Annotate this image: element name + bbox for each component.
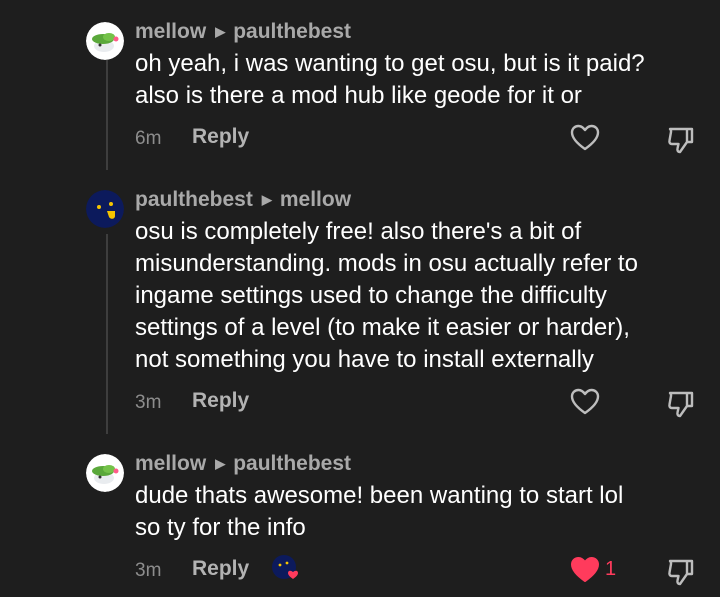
comment-text-line: ingame settings used to change the diffi…	[135, 282, 607, 309]
author-name[interactable]: mellow	[135, 452, 206, 475]
timestamp: 6m	[135, 128, 162, 149]
comment-header: paulthebest ▶ mellow	[135, 188, 690, 212]
reply-button[interactable]: Reply	[192, 557, 249, 581]
creator-liked-avatar-icon	[271, 554, 301, 584]
comment-text-line: also is there a mod hub like geode for i…	[135, 82, 582, 109]
comment: mellow ▶ paulthebest oh yeah, i was wantin…	[86, 20, 720, 160]
comment: mellow ▶ paulthebest dude thats awesome! b…	[86, 452, 720, 592]
comment-body: paulthebest ▶ mellow osu is completely fre…	[135, 188, 694, 418]
reply-to-name[interactable]: paulthebest	[233, 452, 351, 475]
comment-text-line: dude thats awesome! been wanting to star…	[135, 482, 624, 509]
dislike-icon[interactable]	[665, 556, 697, 588]
comment-body: mellow ▶ paulthebest oh yeah, i was wantin…	[135, 20, 694, 154]
timestamp: 3m	[135, 560, 162, 581]
comment-text: dude thats awesome! been wanting to star…	[135, 480, 690, 544]
comment-header: mellow ▶ paulthebest	[135, 20, 690, 44]
comment-body: mellow ▶ paulthebest dude thats awesome! b…	[135, 452, 694, 586]
heart-icon[interactable]	[569, 554, 601, 586]
reply-arrow-icon: ▶	[261, 192, 272, 207]
shaymin-avatar-icon[interactable]	[86, 454, 124, 492]
reply-button[interactable]: Reply	[192, 125, 249, 149]
comment-text-line: misunderstanding. mods in osu actually r…	[135, 250, 638, 277]
comment-text-line: so ty for the info	[135, 514, 306, 541]
heart-icon[interactable]	[569, 122, 601, 154]
reply-button[interactable]: Reply	[192, 389, 249, 413]
reply-arrow-icon: ▶	[215, 456, 226, 471]
like-count: 1	[605, 558, 617, 580]
comment-footer: 3m Reply	[135, 386, 694, 420]
comment-text: oh yeah, i was wanting to get osu, but i…	[135, 48, 690, 112]
comment-text-line: oh yeah, i was wanting to get osu, but i…	[135, 50, 645, 77]
author-name[interactable]: mellow	[135, 20, 206, 43]
comment-footer: 3m Reply 1	[135, 554, 694, 588]
shaymin-avatar-icon[interactable]	[86, 22, 124, 60]
comment-text-line: not something you have to install extern…	[135, 346, 594, 373]
dislike-icon[interactable]	[665, 388, 697, 420]
reply-arrow-icon: ▶	[215, 24, 226, 39]
reply-to-name[interactable]: paulthebest	[233, 20, 351, 43]
comment-footer: 6m Reply	[135, 122, 694, 156]
timestamp: 3m	[135, 392, 162, 413]
tongue-face-avatar-icon[interactable]	[86, 190, 124, 228]
heart-icon[interactable]	[569, 386, 601, 418]
comment-text-line: osu is completely free! also there's a b…	[135, 218, 582, 245]
comment-header: mellow ▶ paulthebest	[135, 452, 690, 476]
comment: paulthebest ▶ mellow osu is completely fre…	[86, 188, 720, 438]
comment-text: osu is completely free! also there's a b…	[135, 216, 690, 376]
author-name[interactable]: paulthebest	[135, 188, 253, 211]
reply-to-name[interactable]: mellow	[280, 188, 351, 211]
dislike-icon[interactable]	[665, 124, 697, 156]
comment-text-line: settings of a level (to make it easier o…	[135, 314, 630, 341]
